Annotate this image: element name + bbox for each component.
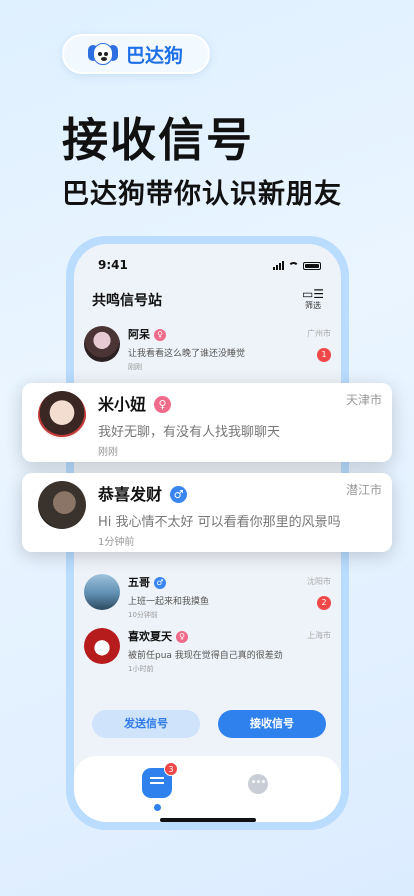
contact-city: 天津市 [345,393,382,407]
headline: 接收信号 [62,113,254,167]
unread-badge: 2 [317,596,331,610]
contact-name: 米小妞 ♀ [98,391,172,415]
list-item[interactable]: 喜欢夏天 ♀ 被前任pua 我现在觉得自己真的很差劲 1小时前 上海市 [74,626,341,684]
message-time: 1小时前 [128,665,154,673]
contact-city: 潜江市 [345,483,382,497]
featured-message-card[interactable]: 恭喜发财 ♂ 潜江市 Hi 我心情不太好 可以看看你那里的风景吗 1分钟前 [22,473,392,552]
filter-label: 筛选 [305,301,321,310]
battery-icon [303,262,321,270]
app-title: 共鸣信号站 [92,293,162,309]
receive-signal-button[interactable]: 接收信号 [218,710,326,738]
featured-message-card[interactable]: 米小妞 ♀ 天津市 我好无聊，有没有人找我聊聊天 刚刚 [22,383,392,462]
more-icon[interactable]: ••• [248,774,268,794]
contact-city: 沈阳市 [307,577,331,586]
contact-city: 上海市 [307,631,331,640]
brand-name: 巴达狗 [126,44,184,67]
avatar [84,628,120,664]
female-icon: ♀ [154,329,166,341]
wifi-icon [288,262,299,270]
contact-name: 喜欢夏天 ♀ [128,628,188,644]
avatar [38,391,86,439]
subline: 巴达狗带你认识新朋友 [62,179,342,210]
contact-name: 阿呆 ♀ [128,326,166,342]
female-icon: ♀ [176,631,188,643]
message-preview: 上班一起来和我摸鱼 [128,597,210,607]
send-signal-button[interactable]: 发送信号 [92,710,200,738]
avatar [38,481,86,529]
contact-city: 广州市 [307,329,331,338]
active-tab-indicator [154,804,161,811]
contact-name: 恭喜发财 ♂ [98,481,188,505]
avatar [84,326,120,362]
message-preview: 让我看看这么晚了谁还没睡觉 [128,349,246,359]
female-icon: ♀ [154,396,172,413]
avatar [84,574,120,610]
message-time: 刚刚 [98,447,118,458]
signal-icon [273,261,284,270]
male-icon: ♂ [154,577,166,589]
message-preview: 我好无聊，有没有人找我聊聊天 [98,425,281,440]
tab-bar: 3 ••• [74,756,341,822]
tab-badge: 3 [164,762,178,776]
contact-name: 五哥 ♂ [128,574,166,590]
list-item[interactable]: 阿呆 ♀ 让我看看这么晚了谁还没睡觉 刚刚 广州市 1 [74,324,341,382]
unread-badge: 1 [317,348,331,362]
message-preview: 被前任pua 我现在觉得自己真的很差劲 [128,651,283,661]
filter-icon: ▭☰ [301,287,325,301]
home-indicator [160,818,256,822]
message-preview: Hi 我心情不太好 可以看看你那里的风景吗 [98,515,341,530]
status-icons [273,261,321,270]
message-time: 刚刚 [128,363,142,371]
status-time: 9:41 [98,258,128,272]
message-time: 1分钟前 [98,537,135,548]
brand-pill: 巴达狗 [62,34,210,74]
message-time: 10分钟前 [128,611,158,619]
male-icon: ♂ [170,486,188,503]
dog-logo-icon [88,41,118,67]
list-item[interactable]: 五哥 ♂ 上班一起来和我摸鱼 10分钟前 沈阳市 2 [74,572,341,630]
filter-button[interactable]: ▭☰ 筛选 [301,288,325,311]
